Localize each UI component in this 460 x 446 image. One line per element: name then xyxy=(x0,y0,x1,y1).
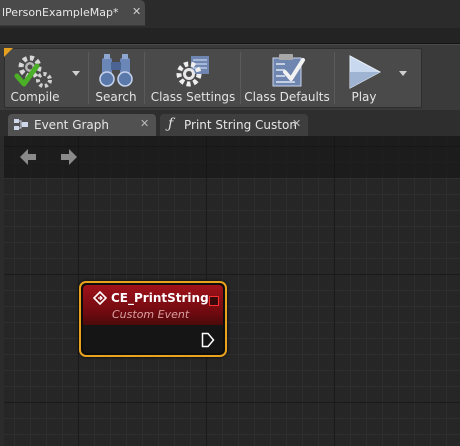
node-body xyxy=(83,325,223,353)
event-diamond-icon xyxy=(93,291,107,305)
forward-arrow-icon[interactable] xyxy=(59,148,79,166)
close-icon[interactable]: ✕ xyxy=(140,117,149,130)
play-label: Play xyxy=(351,90,377,104)
exec-output-pin-icon[interactable] xyxy=(201,332,215,348)
back-arrow-icon[interactable] xyxy=(18,148,38,166)
toolbar-separator xyxy=(144,52,145,104)
class-settings-icon xyxy=(176,56,209,87)
node-header: CE_PrintString Custom Event xyxy=(83,285,223,325)
custom-event-node[interactable]: CE_PrintString Custom Event xyxy=(79,281,227,357)
class-defaults-button[interactable]: Class Defaults xyxy=(244,48,330,108)
event-graph-icon xyxy=(14,119,28,130)
graph-navigation-bar xyxy=(4,136,460,178)
binoculars-icon xyxy=(99,54,133,87)
panel-edge xyxy=(0,136,4,446)
close-icon[interactable]: ✕ xyxy=(292,117,301,130)
search-button[interactable]: Search xyxy=(92,48,140,108)
play-icon xyxy=(349,55,382,89)
blueprint-graph-canvas[interactable] xyxy=(0,136,460,446)
tab-print-string-custom-label: Print String Custon xyxy=(184,118,297,132)
function-icon: ƒ xyxy=(168,116,174,132)
class-defaults-label: Class Defaults xyxy=(244,90,330,104)
close-icon[interactable]: ✕ xyxy=(132,5,141,18)
delegate-output-pin[interactable] xyxy=(209,296,219,306)
compile-button[interactable]: Compile xyxy=(6,48,64,108)
search-label: Search xyxy=(95,90,137,104)
tab-event-graph-label: Event Graph xyxy=(34,118,109,132)
class-settings-label: Class Settings xyxy=(150,90,236,104)
menu-bar-area xyxy=(0,28,460,44)
document-tab-label: lPersonExampleMap* xyxy=(2,6,119,19)
tab-event-graph[interactable]: Event Graph ✕ xyxy=(8,114,156,136)
document-tab-strip: lPersonExampleMap* ✕ xyxy=(0,0,460,28)
compile-icon xyxy=(14,55,52,88)
toolbar-separator xyxy=(240,52,241,104)
play-options-chevron-down-icon[interactable] xyxy=(399,71,407,76)
play-button[interactable]: Play xyxy=(338,48,390,108)
toolbar-separator xyxy=(334,52,335,104)
node-subtitle: Custom Event xyxy=(112,308,190,321)
class-defaults-icon xyxy=(272,54,305,87)
tab-print-string-custom[interactable]: ƒ Print String Custon ✕ xyxy=(160,114,308,136)
graph-tab-bar: Event Graph ✕ ƒ Print String Custon ✕ xyxy=(0,110,460,136)
class-settings-button[interactable]: Class Settings xyxy=(150,48,236,108)
compile-label: Compile xyxy=(10,90,60,104)
toolbar: Compile Search Class Settings Class Defa… xyxy=(0,44,460,110)
toolbar-separator xyxy=(88,52,89,104)
node-title: CE_PrintString xyxy=(111,291,209,305)
compile-options-chevron-down-icon[interactable] xyxy=(72,71,80,76)
document-tab[interactable]: lPersonExampleMap* ✕ xyxy=(0,0,145,26)
